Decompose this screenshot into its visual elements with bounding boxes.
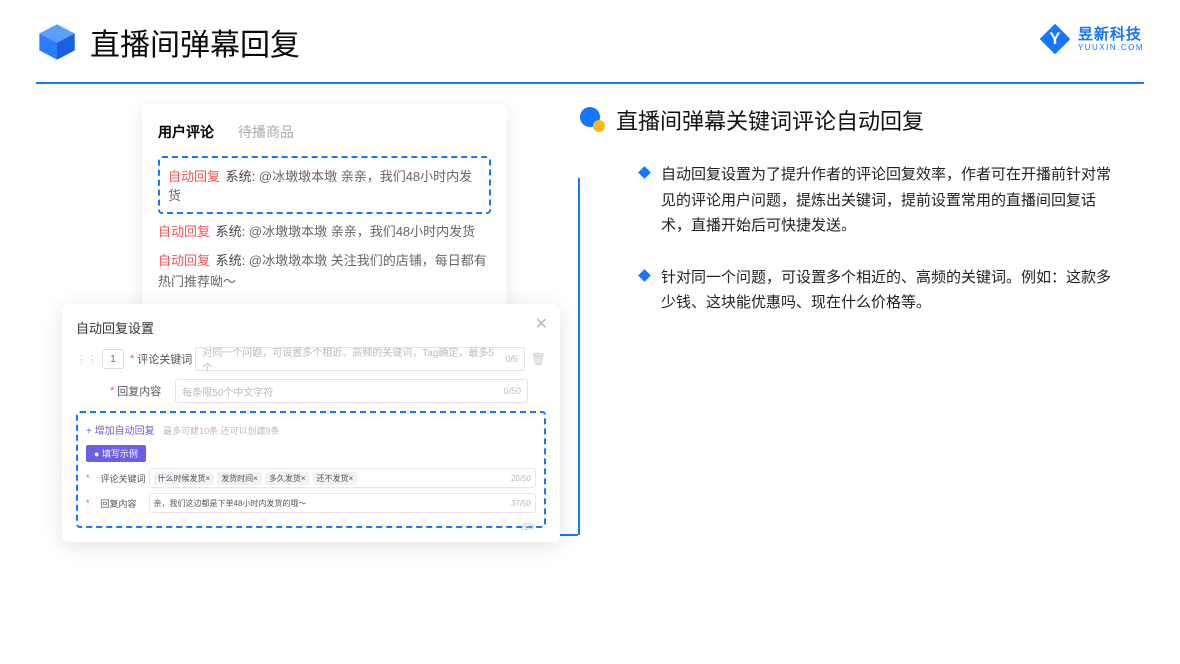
bullet-item: 针对同一个问题，可设置多个相近的、高频的关键词。例如：这款多少钱、这块能优惠吗、… <box>580 265 1130 316</box>
keyword-tag[interactable]: 发货时间× <box>217 472 262 485</box>
diamond-icon <box>638 269 651 282</box>
keyword-label: 评论关键词 <box>137 351 195 367</box>
header: 直播间弹幕回复 <box>0 0 1180 74</box>
system-label: 系统: <box>226 169 256 184</box>
char-count: 0/50 <box>503 386 521 396</box>
add-auto-reply-link[interactable]: + 增加自动回复 <box>86 426 155 437</box>
system-label: 系统: <box>216 224 246 239</box>
keyword-input[interactable]: 对同一个问题，可设置多个相近、高频的关键词，Tag确定，最多5个 0/5 <box>195 347 524 371</box>
auto-reply-badge: 自动回复 <box>158 224 210 239</box>
brand-name-cn: 昱新科技 <box>1078 27 1144 42</box>
add-note: 最多可建10条 还可以创建9条 <box>163 426 280 436</box>
diamond-icon <box>638 166 651 179</box>
reply-label: 回复内容 <box>117 383 175 399</box>
example-badge: ● 填写示例 <box>86 445 146 462</box>
reply-input[interactable]: 每条限50个中文字符 0/50 <box>175 379 528 403</box>
delete-icon[interactable]: 🗑 <box>531 352 546 366</box>
connector-line <box>578 378 580 535</box>
keyword-tag[interactable]: 多久发货× <box>265 472 310 485</box>
brand-name-en: YUUXIN.COM <box>1078 44 1144 52</box>
ex-keyword-label: 评论关键词 <box>101 472 149 485</box>
keyword-tag[interactable]: 还不发货× <box>313 472 358 485</box>
svg-text:Y: Y <box>1049 30 1060 48</box>
section-title: 直播间弹幕关键词评论自动回复 <box>616 104 924 136</box>
drag-handle-icon[interactable]: ⋮⋮ <box>76 353 98 366</box>
ex-keyword-box: 什么时候发货× 发货时间× 多久发货× 还不发货× 20/50 <box>149 468 536 488</box>
ex-reply-label: 回复内容 <box>101 497 149 510</box>
highlighted-comment: 自动回复 系统: @冰墩墩本墩 亲亲，我们48小时内发货 <box>158 156 491 214</box>
brand-icon: Y <box>1038 22 1072 56</box>
system-label: 系统: <box>216 253 246 268</box>
ex-reply-text: 亲，我们这边都是下单48小时内发货的哦～ <box>154 498 307 509</box>
required-icon: * <box>130 353 134 365</box>
section-header: 直播间弹幕关键词评论自动回复 <box>580 104 1130 136</box>
brand-logo: Y 昱新科技 YUUXIN.COM <box>1038 22 1144 56</box>
char-count: 20/50 <box>511 474 531 483</box>
modal-title: 自动回复设置 <box>76 318 546 337</box>
close-icon[interactable]: ✕ <box>535 314 548 334</box>
auto-reply-settings-modal: 自动回复设置 ✕ ⋮⋮ 1 * 评论关键词 对同一个问题，可设置多个相近、高频的… <box>62 304 560 542</box>
required-icon: * <box>86 498 90 508</box>
bubble-icon <box>580 107 606 133</box>
bullet-text: 针对同一个问题，可设置多个相近的、高频的关键词。例如：这款多少钱、这块能优惠吗、… <box>661 265 1121 316</box>
tab-pending-products[interactable]: 待播商品 <box>238 122 294 142</box>
keyword-tag[interactable]: 什么时候发货× <box>154 472 215 485</box>
required-icon: * <box>86 473 90 483</box>
tab-user-comments[interactable]: 用户评论 <box>158 122 214 142</box>
comments-card: 用户评论 待播商品 自动回复 系统: @冰墩墩本墩 亲亲，我们48小时内发货 自… <box>142 104 507 310</box>
bullet-item: 自动回复设置为了提升作者的评论回复效率，作者可在开播前针对常见的评论用户问题，提… <box>580 162 1130 239</box>
auto-reply-badge: 自动回复 <box>158 253 210 268</box>
rule-number: 1 <box>102 349 124 369</box>
cube-icon <box>36 21 78 63</box>
page-title: 直播间弹幕回复 <box>90 20 300 64</box>
example-highlight: + 增加自动回复 最多可建10条 还可以创建9条 ● 填写示例 * 评论关键词 … <box>76 411 546 528</box>
ex-reply-box: 亲，我们这边都是下单48小时内发货的哦～ 37/50 <box>149 493 536 513</box>
partial-count: /50 <box>521 522 534 532</box>
bullet-text: 自动回复设置为了提升作者的评论回复效率，作者可在开播前针对常见的评论用户问题，提… <box>661 162 1121 239</box>
char-count: 37/50 <box>511 499 531 508</box>
required-icon: * <box>110 385 114 397</box>
comment-text: @冰墩墩本墩 亲亲，我们48小时内发货 <box>249 224 475 239</box>
char-count: 0/5 <box>505 354 518 364</box>
auto-reply-badge: 自动回复 <box>168 169 220 184</box>
